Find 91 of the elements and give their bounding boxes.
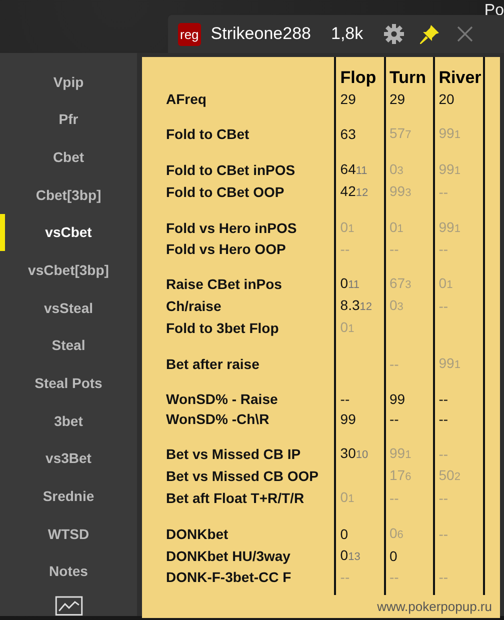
stat-value: 20 [438,91,454,107]
stat-value: -- [438,391,448,407]
stat-value: 03 [390,297,404,313]
stat-value: 673 [390,275,412,291]
stat-value: -- [438,298,448,314]
stat-label: Bet vs Missed CB IP [166,446,301,462]
pin-icon[interactable] [419,23,442,45]
stat-value: 176 [390,467,412,483]
stat-label: Fold vs Hero OOP [166,241,286,257]
stat-value: 63 [340,126,356,142]
stat-value: 577 [390,125,412,141]
sidebar-item[interactable]: 3bet [0,402,137,440]
stat-value: 991 [438,125,460,141]
stat-value: 06 [390,525,404,541]
stat-value: 29 [340,91,356,107]
stat-value: 01 [340,489,354,505]
stat-value: 013 [340,547,360,563]
stat-value: -- [438,490,448,506]
sidebar-item[interactable]: Srednie [0,477,137,515]
stat-value: 0 [340,526,348,542]
chart-icon[interactable] [54,596,82,616]
stat-label: Fold vs Hero inPOS [166,220,297,236]
column-header: Flop [340,68,376,87]
stat-value: 01 [340,319,354,335]
sidebar-item[interactable]: vs3Bet [0,440,137,478]
background-text: Po [484,2,504,20]
stat-value: 991 [390,445,412,461]
stat-value: -- [438,446,448,462]
sidebar-item[interactable]: WTSD [0,514,137,553]
sidebar-item[interactable]: Steal Pots [0,364,137,402]
stat-label: DONK-F-3bet-CC F [166,569,292,585]
sidebar-item[interactable]: vsCbet[3bp] [0,251,137,289]
sidebar-item[interactable]: Steal [0,326,137,364]
stat-value: 03 [390,161,404,177]
stat-label: Fold to CBet OOP [166,184,284,200]
stat-value: -- [390,241,399,257]
stat-value: 29 [390,91,406,107]
sidebar-item[interactable]: vsSteal [0,288,137,327]
sidebar-item[interactable]: Cbet [0,138,137,176]
stat-value: 8.312 [340,297,372,313]
hands-count: 1,8k [330,24,364,44]
stat-value: 991 [438,355,460,371]
stat-value: 502 [438,467,460,483]
stat-label: Ch/raise [166,298,222,314]
stat-value: -- [340,241,350,257]
sidebar-item[interactable]: Vpip [0,63,137,101]
stat-value: -- [438,411,448,427]
stat-value: -- [438,241,448,257]
column-header: Turn [390,68,426,87]
stat-value: 6411 [340,161,368,177]
stat-value: 99 [390,391,406,407]
stat-value: -- [340,391,350,407]
stat-label: WonSD% - Raise [166,391,278,407]
sidebar-item[interactable]: Pfr [0,100,137,138]
column-header: River [438,68,482,87]
stat-label: WonSD% -Ch\R [166,411,270,427]
stat-value: -- [390,411,399,427]
sidebar-item[interactable]: Notes [0,552,137,590]
stat-value: 4212 [340,183,368,199]
stat-value: 01 [438,275,453,291]
stat-value: 011 [340,275,360,291]
stat-value: -- [390,569,399,585]
stat-label: Bet vs Missed CB OOP [166,468,318,484]
stat-label: AFreq [166,91,206,107]
stat-value: 3010 [340,445,368,461]
stat-label: Fold to 3bet Flop [166,320,279,336]
stat-value: -- [390,490,399,506]
stat-label: DONKbet [166,526,228,542]
player-name: Strikeone288 [210,24,311,44]
stat-value: -- [438,569,448,585]
stat-value: -- [390,356,399,372]
stat-label: DONKbet HU/3way [166,548,290,564]
stat-value: 01 [340,219,354,235]
stat-label: Bet after raise [166,356,260,372]
stat-value: -- [340,569,350,585]
stat-value: -- [438,526,448,542]
close-icon[interactable] [455,24,476,44]
stat-label: Raise CBet inPos [166,276,282,292]
sidebar-item[interactable]: Cbet[3bp] [0,176,137,214]
player-type-badge: reg [178,22,201,46]
stat-label: Fold to CBet inPOS [166,162,296,178]
stat-value: 993 [390,183,412,199]
stat-value: 991 [438,219,460,235]
stat-value: -- [438,184,448,200]
stat-value: 991 [438,161,460,177]
settings-icon[interactable] [383,23,406,45]
stat-value: 0 [390,548,398,564]
stat-label: Fold to CBet [166,126,250,142]
stat-value: 99 [340,411,356,427]
stat-label: Bet aft Float T+R/T/R [166,490,304,506]
stat-value: 01 [390,219,404,235]
